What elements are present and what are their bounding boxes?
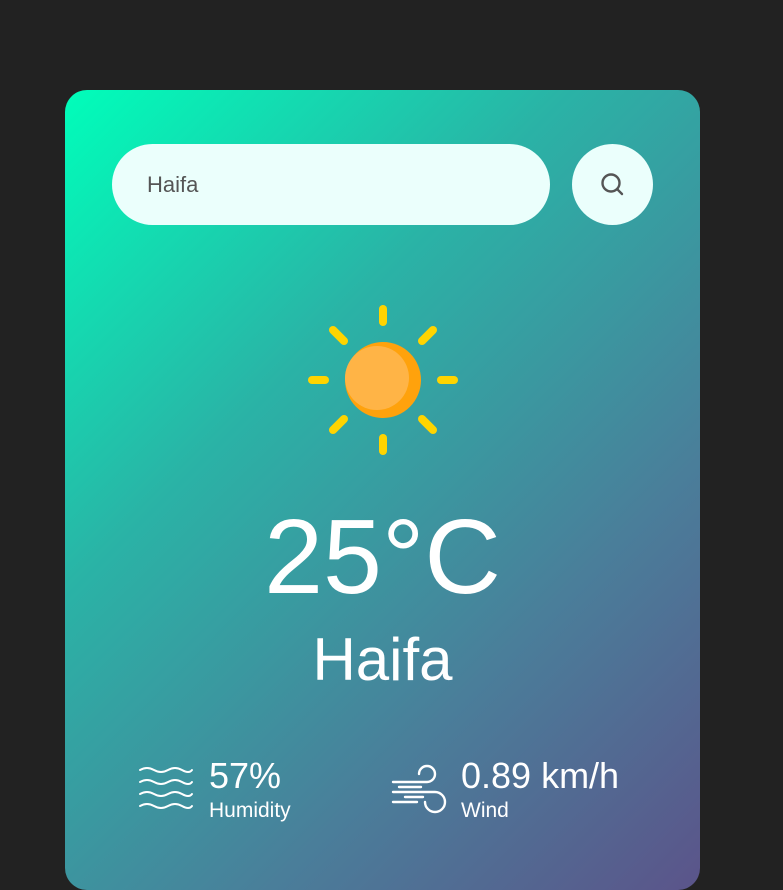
- weather-card: 25°C Haifa 57% Humidity 0: [65, 90, 700, 890]
- humidity-detail: 57% Humidity: [137, 758, 291, 821]
- wind-icon: [391, 764, 447, 813]
- city-name: Haifa: [312, 626, 453, 693]
- search-input[interactable]: [112, 144, 550, 225]
- humidity-label: Humidity: [209, 799, 291, 822]
- search-button[interactable]: [572, 144, 653, 225]
- humidity-icon: [139, 766, 193, 809]
- wind-value: 0.89 km/h: [461, 755, 620, 796]
- wind-label: Wind: [461, 799, 509, 822]
- sun-icon: [308, 305, 458, 455]
- humidity-value: 57%: [209, 755, 282, 796]
- search-icon: [600, 172, 623, 195]
- temperature: 25°C: [264, 498, 501, 616]
- wind-detail: 0.89 km/h Wind: [391, 758, 619, 821]
